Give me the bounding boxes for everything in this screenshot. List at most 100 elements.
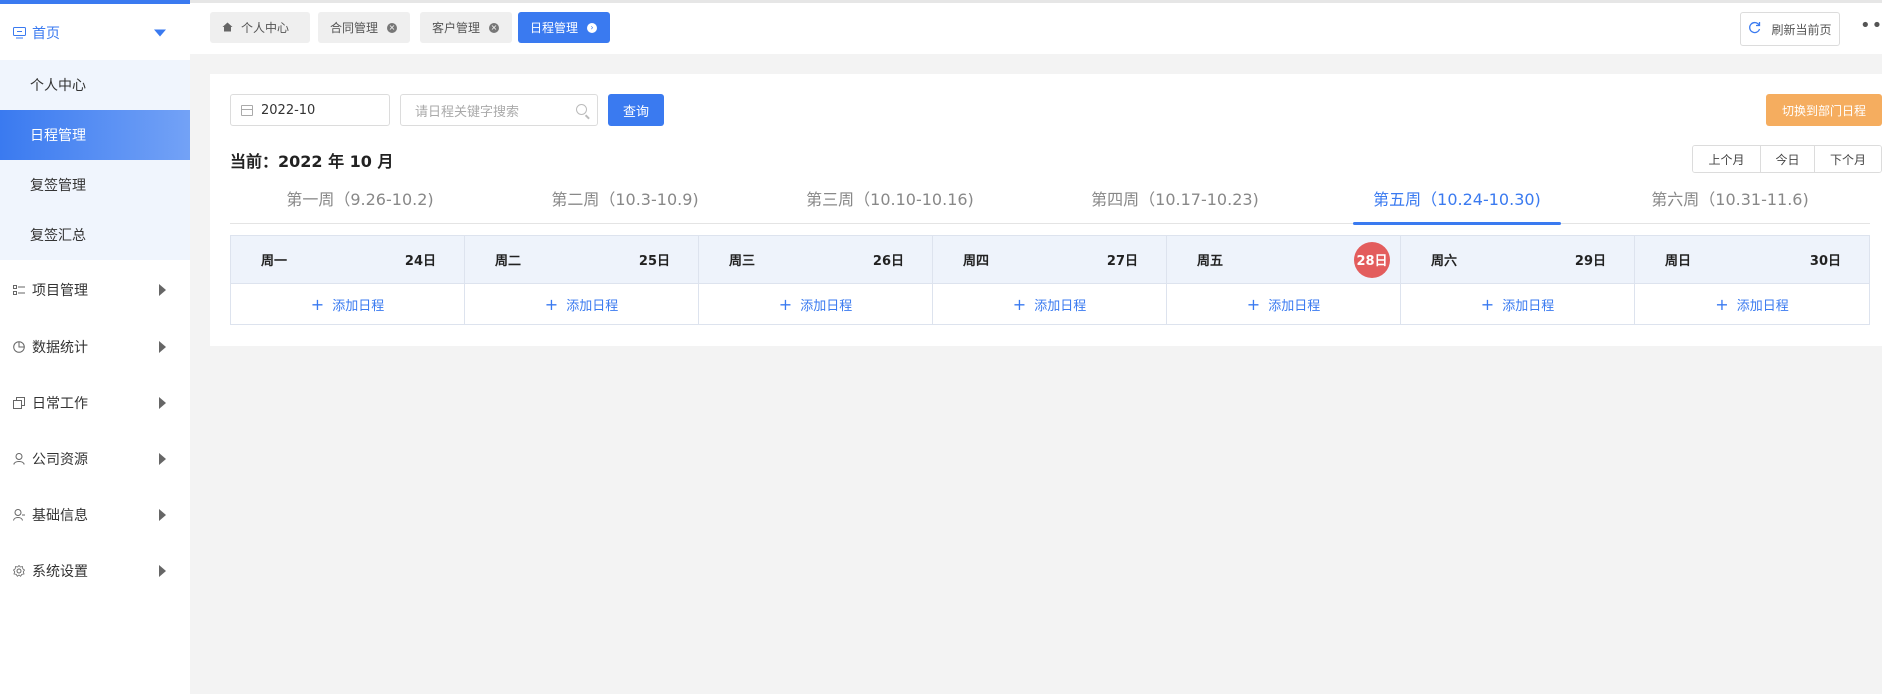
sidebar-subitem-label: 个人中心 (30, 78, 86, 94)
add-schedule-button[interactable]: + 添加日程 (933, 284, 1166, 324)
add-schedule-label: 添加日程 (332, 298, 385, 314)
weekday-label: 周五 (1197, 254, 1224, 269)
switch-department-schedule-button[interactable]: 切换到部门日程 (1766, 94, 1882, 126)
tab-bar: 个人中心 合同管理 × 客户管理 × 日程管理 › 刷新当前页 ••• (190, 0, 1882, 54)
day-date: 29日 (1574, 254, 1606, 269)
day-header: 周日 30日 (1635, 236, 1869, 284)
monitor-icon (12, 26, 26, 40)
weekday-label: 周一 (261, 254, 288, 269)
copy-icon (12, 396, 26, 410)
tab-schedule-management[interactable]: 日程管理 › (518, 12, 610, 43)
tab-week-5[interactable]: 第五周（10.24-10.30) (1353, 172, 1561, 225)
tab-label: 客户管理 (432, 21, 481, 35)
chevron-down-icon (154, 29, 166, 37)
search-placeholder: 请日程关键字搜索 (415, 104, 520, 120)
day-column-sun: 周日 30日 + 添加日程 (1635, 236, 1869, 324)
day-date: 24日 (404, 254, 436, 269)
tab-customer-management[interactable]: 客户管理 × (420, 12, 512, 43)
day-header: 周二 25日 (465, 236, 698, 284)
user-icon (12, 452, 26, 466)
day-column-thu: 周四 27日 + 添加日程 (933, 236, 1167, 324)
add-schedule-label: 添加日程 (1736, 298, 1789, 314)
search-input[interactable]: 请日程关键字搜索 (400, 94, 598, 126)
refresh-label: 刷新当前页 (1771, 22, 1832, 37)
more-icon[interactable]: ••• (1860, 15, 1882, 36)
today-button[interactable]: 今日 (1761, 146, 1815, 172)
refresh-icon (1748, 21, 1761, 38)
sidebar-item-basic-info[interactable]: 基础信息 (0, 488, 190, 542)
close-icon[interactable]: × (489, 22, 500, 33)
day-column-tue: 周二 25日 + 添加日程 (465, 236, 699, 324)
weekday-label: 周四 (963, 254, 990, 269)
tab-personal-center[interactable]: 个人中心 (210, 12, 310, 43)
home-icon (222, 21, 233, 35)
pie-chart-icon (12, 340, 26, 354)
tab-week-4[interactable]: 第四周（10.17-10.23) (1050, 172, 1300, 224)
sidebar-item-company-resources[interactable]: 公司资源 (0, 432, 190, 486)
query-button[interactable]: 查询 (608, 94, 664, 126)
day-header: 周五 28日 (1167, 236, 1400, 284)
sidebar-item-statistics[interactable]: 数据统计 (0, 320, 190, 374)
plus-icon: + (1715, 294, 1729, 314)
sidebar-submenu: 个人中心 日程管理 复签管理 复签汇总 (0, 60, 190, 260)
chevron-right-icon (159, 397, 166, 409)
plus-icon: + (1480, 294, 1495, 314)
sidebar-subitem-label: 复签汇总 (30, 228, 86, 244)
month-navigation: 上个月 今日 下个月 (1692, 145, 1882, 173)
refresh-page-button[interactable]: 刷新当前页 (1740, 12, 1840, 46)
sidebar-item-label: 日常工作 (32, 396, 88, 412)
sidebar-subitem-personal-center[interactable]: 个人中心 (0, 60, 190, 110)
prev-month-button[interactable]: 上个月 (1693, 146, 1761, 172)
close-icon[interactable]: › (587, 22, 598, 33)
tab-week-6[interactable]: 第六周（10.31-11.6) (1610, 172, 1850, 224)
tab-week-3[interactable]: 第三周（10.10-10.16) (770, 172, 1010, 224)
gear-icon (12, 564, 26, 578)
calendar-icon (241, 104, 253, 116)
close-icon[interactable]: × (387, 22, 398, 33)
tab-contract-management[interactable]: 合同管理 × (318, 12, 410, 43)
month-picker[interactable]: 2022-10 (230, 94, 390, 126)
add-schedule-label: 添加日程 (1502, 298, 1555, 314)
sidebar-item-home[interactable]: 首页 (0, 6, 190, 60)
add-schedule-label: 添加日程 (566, 298, 619, 314)
add-schedule-button[interactable]: + 添加日程 (699, 284, 932, 324)
next-month-button[interactable]: 下个月 (1815, 146, 1881, 172)
add-schedule-button[interactable]: + 添加日程 (1401, 284, 1634, 324)
add-schedule-button[interactable]: + 添加日程 (1167, 284, 1400, 324)
weekday-label: 周二 (495, 254, 522, 269)
sidebar-subitem-review-summary[interactable]: 复签汇总 (0, 210, 190, 260)
chevron-right-icon (159, 284, 166, 296)
plus-icon: + (310, 294, 325, 314)
add-schedule-button[interactable]: + 添加日程 (465, 284, 698, 324)
sidebar-item-daily-work[interactable]: 日常工作 (0, 376, 190, 430)
sidebar-item-label: 首页 (32, 26, 60, 42)
sidebar-subitem-label: 复签管理 (30, 178, 86, 194)
sidebar-subitem-review-management[interactable]: 复签管理 (0, 160, 190, 210)
schedule-card: 2022-10 请日程关键字搜索 查询 切换到部门日程 当前：2022 年 10… (210, 74, 1882, 346)
week-tabs: 第一周（9.26-10.2) 第二周（10.3-10.9) 第三周（10.10-… (230, 172, 1870, 225)
user-info-icon (12, 508, 26, 522)
list-icon (12, 283, 26, 297)
chevron-right-icon (159, 453, 166, 465)
add-schedule-button[interactable]: + 添加日程 (1635, 284, 1869, 324)
add-schedule-label: 添加日程 (800, 298, 853, 314)
add-schedule-label: 添加日程 (1034, 298, 1087, 314)
tab-week-2[interactable]: 第二周（10.3-10.9) (510, 172, 740, 224)
sidebar-subitem-schedule[interactable]: 日程管理 (0, 110, 190, 160)
plus-icon: + (544, 294, 559, 314)
sidebar-item-projects[interactable]: 项目管理 (0, 263, 190, 317)
sidebar-item-label: 基础信息 (32, 508, 88, 524)
weekday-label: 周六 (1431, 254, 1458, 269)
week-calendar: 周一 24日 + 添加日程 周二 25日 + 添加日程 周三 26日 + 添加日… (230, 235, 1870, 325)
day-date: 30日 (1809, 254, 1841, 269)
weekday-label: 周三 (729, 254, 756, 269)
sidebar-item-label: 数据统计 (32, 340, 88, 356)
sidebar-subitem-label: 日程管理 (30, 128, 86, 144)
chevron-right-icon (159, 509, 166, 521)
add-schedule-button[interactable]: + 添加日程 (231, 284, 464, 324)
current-month-label: 当前：2022 年 10 月 (230, 152, 394, 171)
plus-icon: + (778, 294, 793, 314)
sidebar-item-system-settings[interactable]: 系统设置 (0, 544, 190, 598)
tab-week-1[interactable]: 第一周（9.26-10.2) (250, 172, 470, 224)
day-header: 周六 29日 (1401, 236, 1634, 284)
